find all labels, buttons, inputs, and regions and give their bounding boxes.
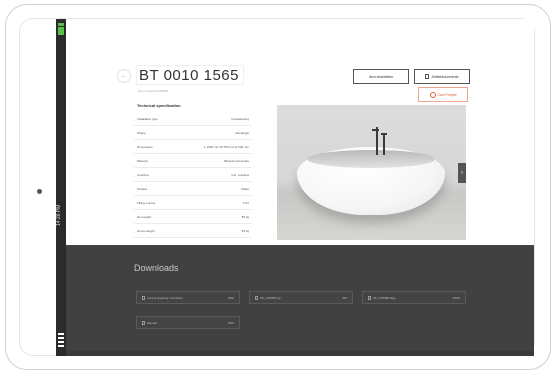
status-bar: 14:26 PM bbox=[56, 19, 66, 356]
download-item[interactable]: Care & cleaning instruction PDF bbox=[136, 291, 240, 304]
spec-row: Net weight 85 kg bbox=[134, 210, 252, 224]
spec-row: Shape Rectangle bbox=[134, 126, 252, 140]
spec-row: Filling volume 170 l bbox=[134, 196, 252, 210]
spec-label: Surface bbox=[137, 186, 148, 191]
download-name: Care & cleaning instruction bbox=[147, 295, 183, 300]
spec-value: Rectangle bbox=[235, 130, 249, 135]
spec-value: 170 l bbox=[242, 200, 249, 205]
bathtub-basin bbox=[307, 150, 435, 168]
faucet-handle bbox=[381, 133, 387, 135]
spec-row: Overflow Incl. overflow bbox=[134, 168, 252, 182]
file-icon bbox=[142, 320, 145, 325]
bottom-bar bbox=[66, 351, 534, 356]
download-type: DWG bbox=[452, 295, 460, 300]
download-name: Manual bbox=[147, 320, 157, 325]
download-type: ZIP bbox=[342, 295, 347, 300]
spec-table: Installation type Freestanding Shape Recta… bbox=[134, 112, 252, 238]
documents-button[interactable]: Artikeldokumente bbox=[414, 69, 470, 84]
edit-item-button[interactable]: Item bearbeiten bbox=[353, 69, 409, 84]
file-icon bbox=[368, 295, 371, 300]
download-type: PDF bbox=[228, 295, 234, 300]
spec-label: Overflow bbox=[137, 172, 149, 177]
file-icon bbox=[255, 295, 258, 300]
documents-label: Artikeldokumente bbox=[431, 74, 459, 79]
file-icon bbox=[142, 295, 145, 300]
downloads-section: Downloads Care & cleaning instruction PD… bbox=[66, 245, 534, 356]
download-type: PDF bbox=[228, 320, 234, 325]
page-content: ← BT 0010 1565 item model AH76B1BK Item … bbox=[66, 19, 534, 356]
status-time: 14:26 PM bbox=[56, 204, 62, 226]
spec-row: Installation type Freestanding bbox=[134, 112, 252, 126]
edit-item-label: Item bearbeiten bbox=[368, 74, 394, 79]
spec-label: Shape bbox=[137, 130, 146, 135]
faucet-pipe bbox=[383, 135, 385, 155]
spec-label: Installation type bbox=[137, 116, 158, 121]
spec-row: Gross weight 95 kg bbox=[134, 224, 252, 238]
back-button[interactable]: ← bbox=[117, 69, 131, 83]
battery-icon bbox=[58, 333, 64, 347]
spec-value: L 1600 mm W 780 mm H 520 mm bbox=[204, 144, 249, 149]
spec-row: Material Mineral Composite bbox=[134, 154, 252, 168]
tablet-screen: 14:26 PM ← BT 0010 1565 item model AH76B… bbox=[56, 19, 534, 356]
download-item[interactable]: 3D_C00088.zip ZIP bbox=[249, 291, 353, 304]
spec-label: Gross weight bbox=[137, 228, 155, 233]
spec-label: Filling volume bbox=[137, 200, 156, 205]
spec-row: Surface Matte bbox=[134, 182, 252, 196]
document-icon bbox=[425, 74, 430, 79]
specs-heading: Technical specification bbox=[137, 103, 181, 108]
download-name: 3D_C00088.dwg bbox=[373, 295, 396, 300]
product-subtitle: item model AH76B1BK bbox=[138, 89, 169, 93]
spec-value: Incl. overflow bbox=[231, 172, 249, 177]
signal-icon bbox=[58, 23, 64, 35]
spec-value: 85 kg bbox=[241, 214, 249, 219]
spec-row: Dimensions L 1600 mm W 780 mm H 520 mm bbox=[134, 140, 252, 154]
spec-label: Dimensions bbox=[137, 144, 153, 149]
spec-value: Freestanding bbox=[231, 116, 249, 121]
downloads-title: Downloads bbox=[134, 263, 179, 273]
gallery-next-button[interactable]: › bbox=[458, 163, 466, 183]
add-to-project-label: Zum Projekt bbox=[437, 92, 457, 97]
page-title: BT 0010 1565 bbox=[136, 65, 244, 85]
circle-plus-icon bbox=[429, 91, 436, 98]
spec-value: Matte bbox=[241, 186, 249, 191]
faucet-spout bbox=[372, 129, 379, 131]
camera-dot bbox=[37, 189, 42, 194]
download-item[interactable]: 3D_C00088.dwg DWG bbox=[362, 291, 466, 304]
download-name: 3D_C00088.zip bbox=[260, 295, 281, 300]
faucet-pipe bbox=[376, 127, 378, 155]
product-image[interactable]: › bbox=[277, 105, 466, 240]
add-to-project-button[interactable]: Zum Projekt bbox=[418, 87, 468, 102]
spec-value: Mineral Composite bbox=[223, 158, 249, 163]
spec-label: Net weight bbox=[137, 214, 152, 219]
download-item[interactable]: Manual PDF bbox=[136, 316, 240, 329]
spec-label: Material bbox=[137, 158, 148, 163]
spec-value: 95 kg bbox=[241, 228, 249, 233]
